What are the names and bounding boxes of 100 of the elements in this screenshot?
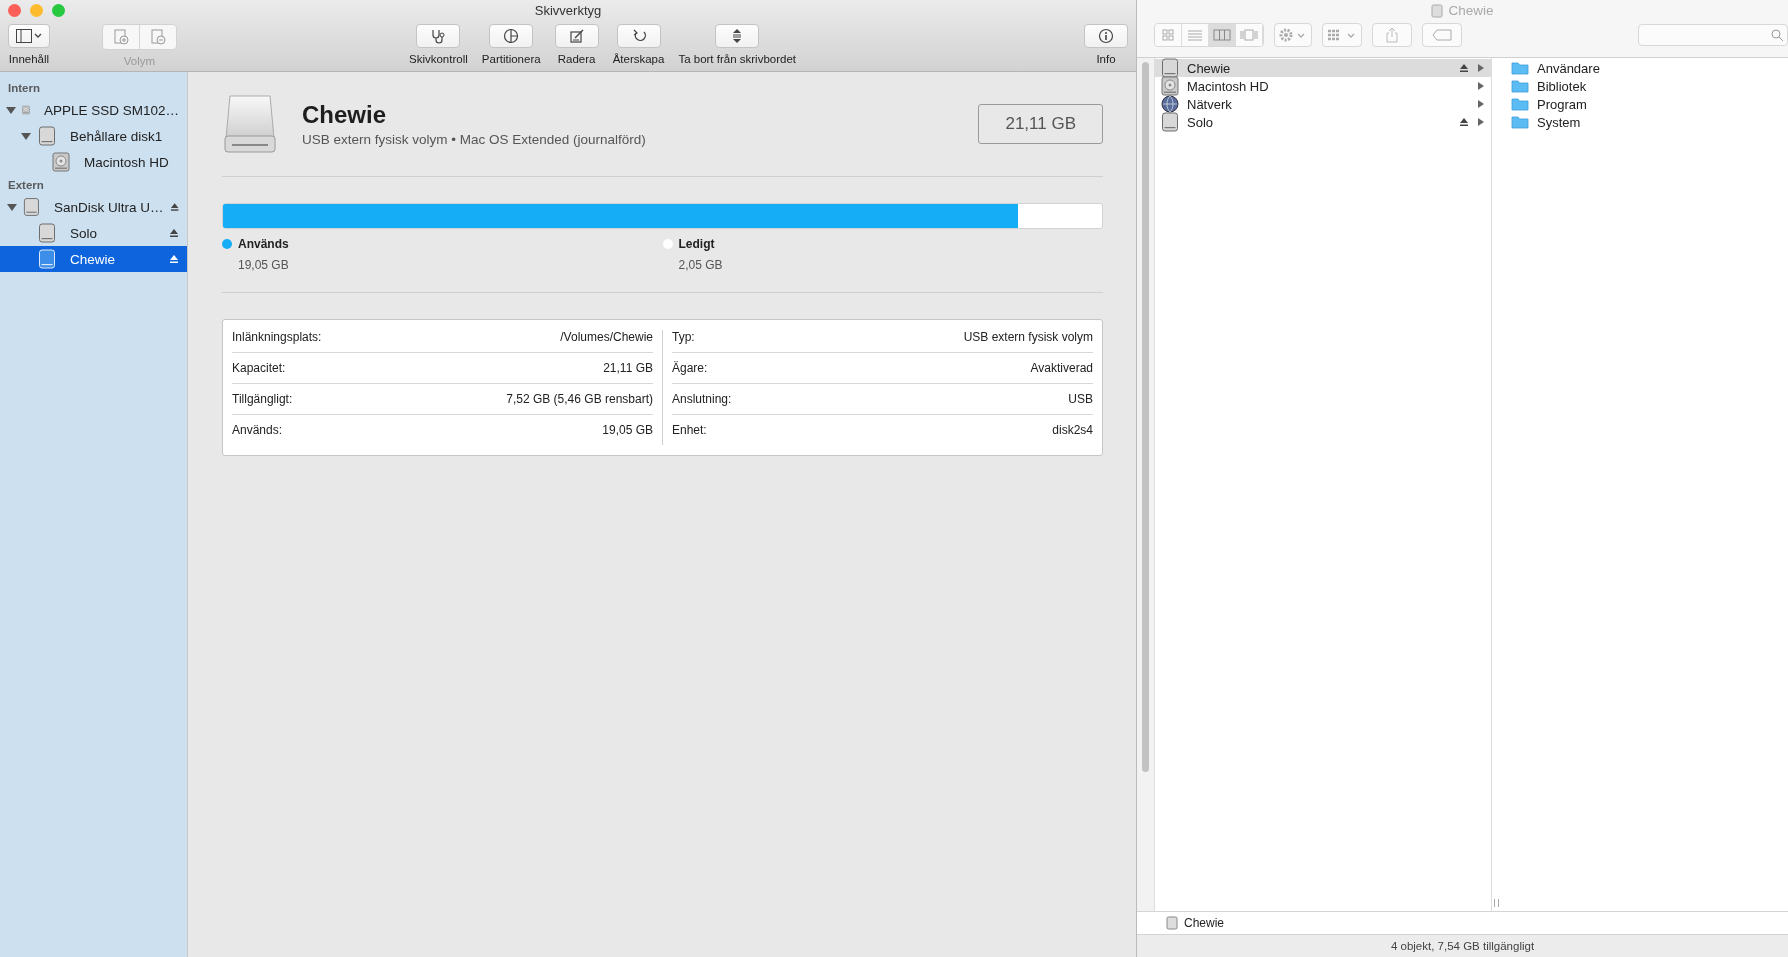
sidebar-item[interactable]: Behållare disk1	[0, 123, 187, 149]
search-icon	[1771, 29, 1783, 41]
eject-icon[interactable]	[169, 202, 179, 212]
sidebar-item[interactable]: Macintosh HD	[0, 149, 187, 175]
view-mode-button[interactable]	[1236, 24, 1263, 46]
expanded-triangle-icon[interactable]	[6, 105, 16, 115]
info-value: 21,11 GB	[603, 361, 653, 375]
column-item[interactable]: Chewie	[1155, 59, 1491, 77]
info-label: Tillgängligt:	[232, 392, 293, 406]
info-value: 7,52 GB (5,46 GB rensbart)	[506, 392, 653, 406]
folder-icon	[1511, 79, 1529, 93]
info-label: Inlänkningsplats:	[232, 330, 322, 344]
arrange-menu-button[interactable]	[1322, 23, 1362, 47]
sidebar-item[interactable]: APPLE SSD SM102…	[0, 97, 187, 123]
column-item-label: System	[1537, 114, 1582, 130]
share-icon	[1385, 27, 1399, 43]
info-label: Anslutning:	[672, 392, 732, 406]
folder-icon	[1511, 115, 1529, 129]
column-item[interactable]: Användare	[1505, 59, 1788, 77]
icon-view-icon	[1161, 29, 1175, 41]
view-mode-button[interactable]	[1155, 24, 1182, 46]
toolbar-label: Radera	[557, 53, 596, 65]
toolbar-button[interactable]	[616, 24, 661, 48]
sidebar-item[interactable]: Chewie	[0, 246, 187, 272]
scrollbar[interactable]	[1142, 62, 1149, 772]
sidebar-item-label: Solo	[70, 225, 99, 241]
sidebar-item-label: Behållare disk1	[70, 128, 164, 144]
sidebar-item-label: SanDisk Ultra U…	[54, 199, 164, 215]
list-view-icon	[1187, 29, 1203, 41]
info-label: Enhet:	[672, 423, 707, 437]
column-item[interactable]: Nätverk	[1155, 95, 1491, 113]
drive-icon	[38, 249, 56, 269]
toolbar-label: Info	[1096, 53, 1116, 65]
legend-value: 19,05 GB	[238, 258, 290, 272]
column-resize-handle[interactable]	[1494, 899, 1499, 907]
toolbar-label: Skivkontroll	[409, 53, 468, 65]
info-value: /Volumes/Chewie	[560, 330, 653, 344]
sidebar-heading: Intern	[7, 81, 41, 96]
sidebar-item[interactable]: Solo	[0, 220, 187, 246]
toolbar-label: Innehåll	[8, 53, 50, 65]
toolbar-button[interactable]	[489, 24, 534, 48]
column-item[interactable]: System	[1505, 113, 1788, 131]
drive-icon	[38, 223, 56, 243]
close-button[interactable]	[8, 4, 21, 17]
gallery-view-icon	[1239, 29, 1259, 41]
zoom-button[interactable]	[52, 4, 65, 17]
minimize-button[interactable]	[30, 4, 43, 17]
volume-size: 21,11 GB	[978, 104, 1103, 144]
eject-icon[interactable]	[169, 228, 179, 238]
folder-icon	[1511, 61, 1529, 75]
sidebar-item-label: Macintosh HD	[84, 154, 170, 170]
column-item[interactable]: Macintosh HD	[1155, 77, 1491, 95]
grid-icon	[1327, 28, 1357, 42]
column-item-label: Macintosh HD	[1187, 78, 1270, 94]
action-menu-button[interactable]	[1274, 23, 1312, 47]
column-item[interactable]: Program	[1505, 95, 1788, 113]
info-label: Används:	[232, 423, 283, 437]
column-item-label: Bibliotek	[1537, 78, 1588, 94]
volume-description: USB extern fysisk volym • Mac OS Extended (journalförd)	[302, 132, 647, 147]
eject-icon[interactable]	[1459, 117, 1469, 127]
info-button[interactable]	[1084, 24, 1128, 48]
info-value: Avaktiverad	[1030, 361, 1093, 375]
hard-drive-icon	[1161, 76, 1179, 96]
view-mode-button[interactable]	[1182, 24, 1209, 46]
drive-icon	[38, 126, 56, 146]
drive-icon	[1161, 112, 1179, 132]
path-item[interactable]: Chewie	[1184, 916, 1225, 930]
column-item-label: Användare	[1537, 60, 1601, 76]
info-value: disk2s4	[1052, 423, 1093, 437]
sidebar-toggle-button[interactable]	[8, 24, 50, 48]
expanded-triangle-icon[interactable]	[21, 131, 31, 141]
legend-label: Ledigt	[678, 237, 715, 251]
search-field[interactable]	[1638, 24, 1788, 46]
info-label: Kapacitet:	[232, 361, 286, 375]
share-button[interactable]	[1372, 23, 1412, 47]
column-item-label: Program	[1537, 96, 1588, 112]
eject-icon[interactable]	[169, 254, 179, 264]
column-view-icon	[1213, 29, 1231, 41]
sidebar-item-label: Chewie	[70, 251, 117, 267]
tag-button[interactable]	[1422, 23, 1462, 47]
column-item[interactable]: Solo	[1155, 113, 1491, 131]
window-title: Chewie	[1448, 3, 1494, 18]
legend-label: Används	[238, 237, 289, 251]
column-item-label: Solo	[1187, 114, 1215, 130]
sidebar-icon	[16, 29, 42, 43]
status-bar: 4 objekt, 7,54 GB tillgängligt	[1137, 934, 1788, 957]
column-item-label: Chewie	[1187, 60, 1232, 76]
column-item[interactable]: Bibliotek	[1505, 77, 1788, 95]
expanded-triangle-icon[interactable]	[6, 202, 17, 212]
info-value: 19,05 GB	[602, 423, 653, 437]
drive-icon	[224, 94, 276, 154]
sidebar-item-label: APPLE SSD SM102…	[43, 102, 179, 118]
view-mode-button[interactable]	[1209, 24, 1236, 46]
toolbar-button[interactable]	[416, 24, 461, 48]
sidebar-item[interactable]: SanDisk Ultra U…	[0, 194, 187, 220]
toolbar-button[interactable]	[715, 24, 760, 48]
info-label: Typ:	[672, 330, 695, 344]
view-mode-control[interactable]	[1154, 23, 1264, 47]
eject-icon[interactable]	[1459, 63, 1469, 73]
toolbar-label: Återskapa	[612, 53, 665, 65]
